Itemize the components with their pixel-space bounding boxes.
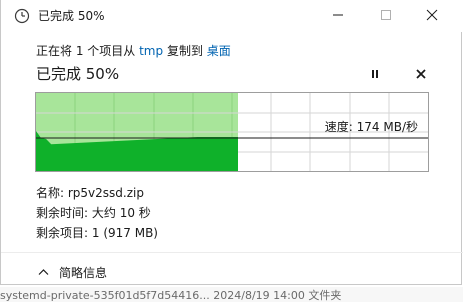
speed-label: 速度: 174 MB/秒 — [324, 120, 418, 134]
footer-divider — [1, 252, 463, 253]
clock-icon — [14, 8, 30, 24]
progress-title: 已完成 50% — [36, 65, 120, 83]
pause-icon — [372, 70, 378, 78]
detail-row-time: 剩余时间: 大约 10 秒 — [36, 203, 158, 223]
transfer-speed-graph: 速度: 174 MB/秒 — [35, 92, 429, 172]
minimize-icon — [333, 14, 343, 16]
time-remaining-value: 大约 10 秒 — [91, 206, 151, 220]
copy-progress-dialog: 已完成 50% 正在将 1 个项目从 tmp 复制到 桌面 已完成 50% 速度… — [0, 0, 463, 285]
pause-button[interactable] — [366, 65, 384, 83]
copy-description: 正在将 1 个项目从 tmp 复制到 桌面 — [36, 43, 231, 59]
detail-row-name: 名称: rp5v2ssd.zip — [36, 183, 158, 203]
close-window-button[interactable] — [409, 0, 455, 30]
name-label: 名称: — [36, 186, 65, 200]
items-remaining-label: 剩余项目: — [36, 226, 89, 240]
minimize-button[interactable] — [315, 0, 361, 30]
items-remaining-value: 1 (917 MB) — [91, 226, 158, 240]
close-icon — [426, 9, 438, 21]
cancel-icon — [416, 69, 426, 79]
transfer-details: 名称: rp5v2ssd.zip 剩余时间: 大约 10 秒 剩余项目: 1 (… — [36, 183, 158, 243]
time-remaining-label: 剩余时间: — [36, 206, 89, 220]
source-folder-link[interactable]: tmp — [139, 44, 163, 58]
name-value: rp5v2ssd.zip — [67, 186, 144, 200]
background-file-row: systemd-private-535f01d5f7d54416... 2024… — [0, 287, 463, 302]
destination-folder-link[interactable]: 桌面 — [207, 44, 231, 58]
maximize-button[interactable] — [363, 0, 409, 30]
less-info-button[interactable]: 简略信息 — [38, 262, 107, 282]
maximize-icon — [381, 10, 391, 20]
window-title: 已完成 50% — [38, 9, 105, 23]
detail-row-items: 剩余项目: 1 (917 MB) — [36, 223, 158, 243]
cancel-button[interactable] — [412, 65, 430, 83]
chevron-up-icon — [38, 268, 49, 276]
less-info-label: 简略信息 — [59, 265, 108, 280]
title-bar[interactable]: 已完成 50% — [1, 0, 463, 32]
copy-prefix: 正在将 1 个项目从 — [36, 44, 136, 58]
copy-middle: 复制到 — [166, 44, 203, 58]
